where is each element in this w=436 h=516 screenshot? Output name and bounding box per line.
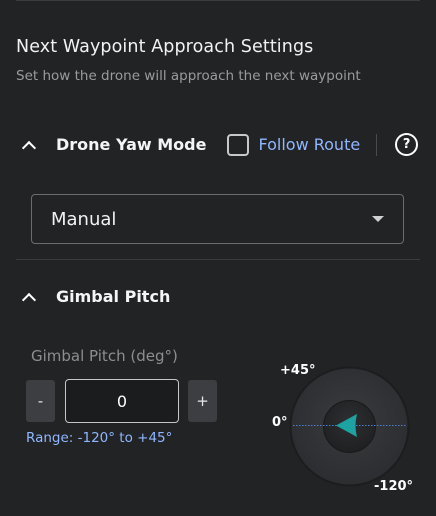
chevron-up-icon[interactable]: [22, 291, 34, 303]
chevron-up-icon[interactable]: [22, 139, 34, 151]
follow-route-checkbox[interactable]: [227, 133, 250, 156]
gimbal-pitch-dial[interactable]: [289, 366, 410, 487]
increment-button[interactable]: +: [188, 380, 217, 422]
decrement-button[interactable]: -: [26, 380, 55, 422]
top-divider: [16, 0, 420, 1]
section-subtitle: Set how the drone will approach the next…: [16, 68, 361, 84]
dial-label-zero: 0°: [272, 415, 288, 430]
caret-down-icon: [372, 216, 384, 222]
divider: [376, 133, 378, 156]
range-hint: Range: -120° to +45°: [26, 430, 173, 446]
drone-yaw-mode-label[interactable]: Drone Yaw Mode: [56, 135, 206, 154]
help-icon[interactable]: ?: [395, 133, 419, 156]
gimbal-pitch-input[interactable]: 0: [65, 379, 179, 423]
follow-route-label[interactable]: Follow Route: [258, 135, 360, 154]
yaw-mode-select[interactable]: Manual: [31, 194, 404, 244]
gimbal-pitch-field-label: Gimbal Pitch (deg°): [31, 347, 178, 365]
section-divider: [16, 259, 420, 260]
gimbal-pitch-section-label[interactable]: Gimbal Pitch: [56, 287, 170, 306]
gimbal-pitch-row: Gimbal Pitch: [22, 287, 420, 306]
drone-yaw-row: Drone Yaw Mode Follow Route ?: [22, 133, 420, 156]
yaw-mode-value: Manual: [51, 208, 117, 230]
section-title: Next Waypoint Approach Settings: [16, 37, 314, 57]
